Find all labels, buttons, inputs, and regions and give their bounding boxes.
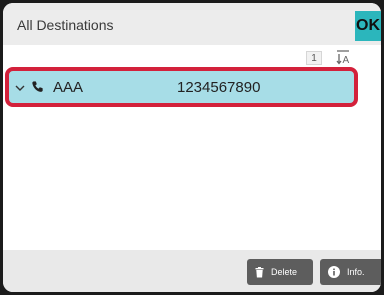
delete-button-label: Delete	[271, 267, 298, 277]
trash-icon	[255, 266, 264, 277]
info-icon	[328, 266, 340, 278]
footer-bar: Delete Info.	[3, 250, 381, 292]
destination-panel: All Destinations OK 1 A AAA 1234567890 D…	[3, 3, 381, 292]
header-bar: All Destinations OK	[3, 3, 381, 45]
chevron-down-icon[interactable]	[15, 83, 25, 93]
sort-icon: A	[336, 50, 350, 66]
list-item[interactable]: AAA 1234567890	[5, 67, 358, 107]
info-button[interactable]: Info.	[320, 259, 381, 285]
svg-text:A: A	[343, 55, 350, 66]
delete-button[interactable]: Delete	[247, 259, 313, 285]
page-indicator: 1	[306, 51, 322, 65]
page-title: All Destinations	[17, 17, 114, 33]
sort-button[interactable]: A	[332, 47, 354, 69]
destination-list: AAA 1234567890	[3, 67, 381, 247]
info-button-label: Info.	[347, 267, 365, 277]
destination-name: AAA	[53, 79, 84, 96]
phone-icon	[32, 81, 43, 92]
destination-number: 1234567890	[177, 79, 261, 96]
ok-button[interactable]: OK	[355, 11, 381, 41]
